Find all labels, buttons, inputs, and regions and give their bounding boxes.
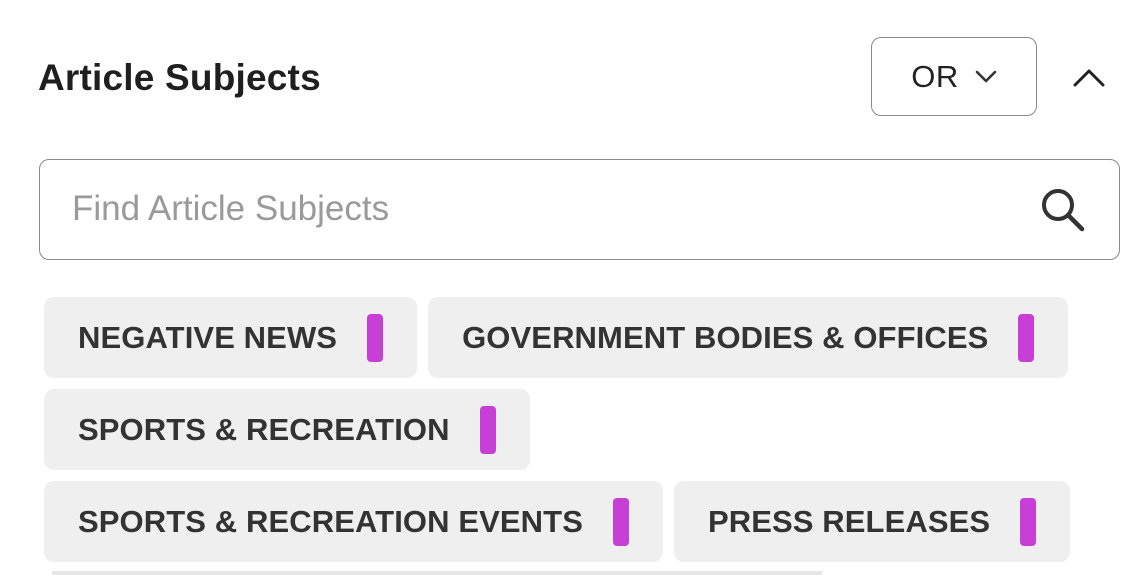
- chip-label: PRESS RELEASES: [707, 503, 991, 539]
- chevron-up-icon: [1073, 69, 1105, 87]
- article-subjects-filter-panel: Article Subjects OR NEGATIVE NEWS GOVERN…: [0, 0, 1144, 575]
- chip-label: SPORTS & RECREATION EVENTS: [78, 503, 583, 539]
- chip-color-indicator: [612, 497, 629, 546]
- operator-value: OR: [911, 58, 959, 94]
- chevron-down-icon: [975, 70, 997, 82]
- subject-chip-list: NEGATIVE NEWS GOVERNMENT BODIES & OFFICE…: [44, 297, 1124, 562]
- search-field[interactable]: [39, 159, 1120, 260]
- chip-color-indicator: [1018, 313, 1035, 362]
- search-input[interactable]: [40, 160, 1020, 258]
- chip-color-indicator: [479, 405, 496, 454]
- collapse-section-button[interactable]: [1066, 54, 1112, 100]
- chip-label: NEGATIVE NEWS: [78, 319, 338, 355]
- chip-color-indicator: [367, 313, 384, 362]
- search-icon: [1042, 189, 1085, 232]
- subject-chip-government-bodies-offices[interactable]: GOVERNMENT BODIES & OFFICES: [428, 297, 1069, 378]
- section-divider: [52, 571, 822, 575]
- section-title: Article Subjects: [38, 57, 321, 98]
- chip-label: GOVERNMENT BODIES & OFFICES: [462, 319, 989, 355]
- chip-color-indicator: [1020, 497, 1037, 546]
- subject-chip-sports-recreation[interactable]: SPORTS & RECREATION: [44, 389, 530, 470]
- subject-chip-sports-recreation-events[interactable]: SPORTS & RECREATION EVENTS: [44, 481, 663, 562]
- subject-chip-press-releases[interactable]: PRESS RELEASES: [673, 481, 1071, 562]
- subject-chip-negative-news[interactable]: NEGATIVE NEWS: [44, 297, 418, 378]
- operator-select[interactable]: OR: [871, 37, 1037, 116]
- chip-label: SPORTS & RECREATION: [78, 411, 450, 447]
- search-button[interactable]: [1035, 184, 1091, 236]
